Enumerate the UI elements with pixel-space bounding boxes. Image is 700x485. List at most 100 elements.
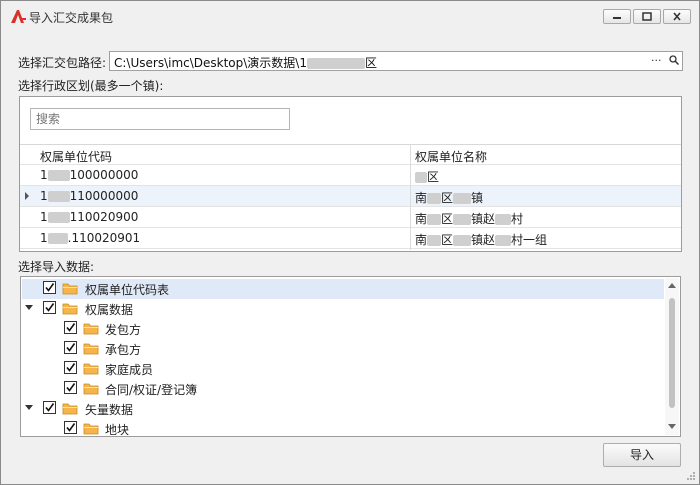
code-prefix: 1 <box>40 231 48 245</box>
path-input[interactable]: C:\Users\imc\Desktop\演示数据\1 区 ··· <box>109 51 683 71</box>
cell-name: 南区 镇赵 村 <box>415 210 523 227</box>
tree-node-land-parcel[interactable]: 地块 <box>22 419 664 437</box>
cell-code: 1 .110020901 <box>40 231 140 245</box>
scroll-down-icon[interactable] <box>668 424 676 429</box>
region-grid: 权属单位代码 权属单位名称 1 100000000 区 1 110000000 南区… <box>20 144 681 250</box>
folder-icon <box>62 303 78 315</box>
column-header-code[interactable]: 权属单位代码 <box>40 148 112 165</box>
minimize-button[interactable] <box>603 9 631 24</box>
tree-node-contractor[interactable]: 承包方 <box>22 339 664 359</box>
code-prefix: 1 <box>40 189 48 203</box>
table-row[interactable]: 1 100000000 区 <box>20 165 681 186</box>
maximize-icon <box>642 12 652 21</box>
window-title: 导入汇交成果包 <box>29 11 114 25</box>
path-buttons: ··· <box>651 54 680 67</box>
checkbox-checked-icon[interactable] <box>43 301 56 314</box>
close-button[interactable] <box>663 9 691 24</box>
column-header-name[interactable]: 权属单位名称 <box>415 148 487 165</box>
name-suffix: 镇赵 <box>471 233 496 247</box>
column-divider[interactable] <box>410 144 411 250</box>
name-prefix: 南 <box>415 233 428 247</box>
checkbox-checked-icon[interactable] <box>64 421 77 434</box>
app-logo-icon <box>11 10 26 23</box>
tree-node-contract-certificate-register[interactable]: 合同/权证/登记簿 <box>22 379 664 399</box>
folder-icon <box>62 403 78 415</box>
code-prefix: 1 <box>40 210 48 224</box>
code-suffix: .110020901 <box>67 231 141 245</box>
code-prefix: 1 <box>40 168 48 182</box>
code-suffix: 100000000 <box>69 168 139 182</box>
scroll-up-icon[interactable] <box>668 283 676 288</box>
tree-node-label: 矢量数据 <box>85 403 134 417</box>
tree-node-label: 发包方 <box>105 323 142 337</box>
close-icon <box>673 12 681 21</box>
tree-node-vector-data[interactable]: 矢量数据 <box>22 399 664 419</box>
table-row[interactable]: 1 110000000 南区 镇 <box>20 186 681 207</box>
expand-caret-icon[interactable] <box>25 305 33 310</box>
folder-icon <box>83 423 99 435</box>
cell-code: 1 100000000 <box>40 168 138 182</box>
redacted-mask <box>453 193 472 204</box>
cell-code: 1 110000000 <box>40 189 138 203</box>
tree-node-label: 家庭成员 <box>105 363 154 377</box>
region-label: 选择行政区划(最多一个镇): <box>18 79 164 93</box>
tree-node-ownership-code-table[interactable]: 权属单位代码表 <box>22 279 664 299</box>
name-mid: 区 <box>441 212 454 226</box>
tree-node-label: 权属单位代码表 <box>85 283 170 297</box>
redacted-mask <box>495 214 512 225</box>
tree-node-ownership-data[interactable]: 权属数据 <box>22 299 664 319</box>
redacted-mask <box>453 214 472 225</box>
tree-node-label: 合同/权证/登记簿 <box>105 383 198 397</box>
tree-scrollbar[interactable] <box>665 278 679 435</box>
code-suffix: 110000000 <box>69 189 139 203</box>
name-mid: 区 <box>441 191 454 205</box>
folder-icon <box>83 363 99 375</box>
name-suffix: 区 <box>427 170 440 184</box>
resize-grip-icon[interactable] <box>686 471 696 481</box>
path-value: C:\Users\imc\Desktop\演示数据\1 区 <box>114 54 377 71</box>
redacted-mask <box>427 214 442 225</box>
redacted-mask <box>47 170 70 181</box>
search-icon[interactable] <box>669 55 680 66</box>
code-suffix: 110020900 <box>69 210 139 224</box>
name-suffix: 镇 <box>471 191 484 205</box>
cell-name: 南区 镇赵 村一组 <box>415 231 547 248</box>
checkbox-checked-icon[interactable] <box>43 281 56 294</box>
expand-caret-icon[interactable] <box>25 405 33 410</box>
cell-code: 1 110020900 <box>40 210 138 224</box>
name-tail: 村 <box>511 212 524 226</box>
maximize-button[interactable] <box>633 9 661 24</box>
scrollbar-thumb[interactable] <box>669 298 675 408</box>
redacted-mask <box>453 235 472 246</box>
minimize-icon <box>613 17 621 19</box>
redacted-mask <box>495 235 512 246</box>
name-tail: 村一组 <box>511 233 548 247</box>
folder-icon <box>83 343 99 355</box>
table-row[interactable]: 1 110020900 南区 镇赵 村 <box>20 207 681 228</box>
checkbox-checked-icon[interactable] <box>64 341 77 354</box>
checkbox-checked-icon[interactable] <box>43 401 56 414</box>
checkbox-checked-icon[interactable] <box>64 381 77 394</box>
redacted-mask <box>307 58 365 69</box>
redacted-mask <box>47 191 70 202</box>
tree-node-label: 地块 <box>105 423 130 437</box>
path-value-suffix: 区 <box>365 56 378 70</box>
tree-node-employer[interactable]: 发包方 <box>22 319 664 339</box>
path-label: 选择汇交包路径: <box>18 56 107 70</box>
redacted-mask <box>415 172 427 183</box>
name-prefix: 南 <box>415 191 428 205</box>
table-row[interactable]: 1 .110020901 南区 镇赵 村一组 <box>20 228 681 249</box>
checkbox-checked-icon[interactable] <box>64 361 77 374</box>
redacted-mask <box>427 235 442 246</box>
checkbox-checked-icon[interactable] <box>64 321 77 334</box>
row-indicator-icon <box>25 192 29 200</box>
folder-icon <box>83 383 99 395</box>
region-search-input[interactable] <box>30 108 290 130</box>
redacted-mask <box>47 233 68 244</box>
cell-name: 南区 镇 <box>415 189 483 206</box>
browse-button[interactable]: ··· <box>651 54 662 67</box>
tree-node-family-members[interactable]: 家庭成员 <box>22 359 664 379</box>
import-data-tree: 权属单位代码表 权属数据 发包方 承包方 家庭成员 合同/权证/登记簿 矢量数据… <box>20 276 681 437</box>
import-button[interactable]: 导入 <box>603 443 681 467</box>
tree-node-label: 承包方 <box>105 343 142 357</box>
